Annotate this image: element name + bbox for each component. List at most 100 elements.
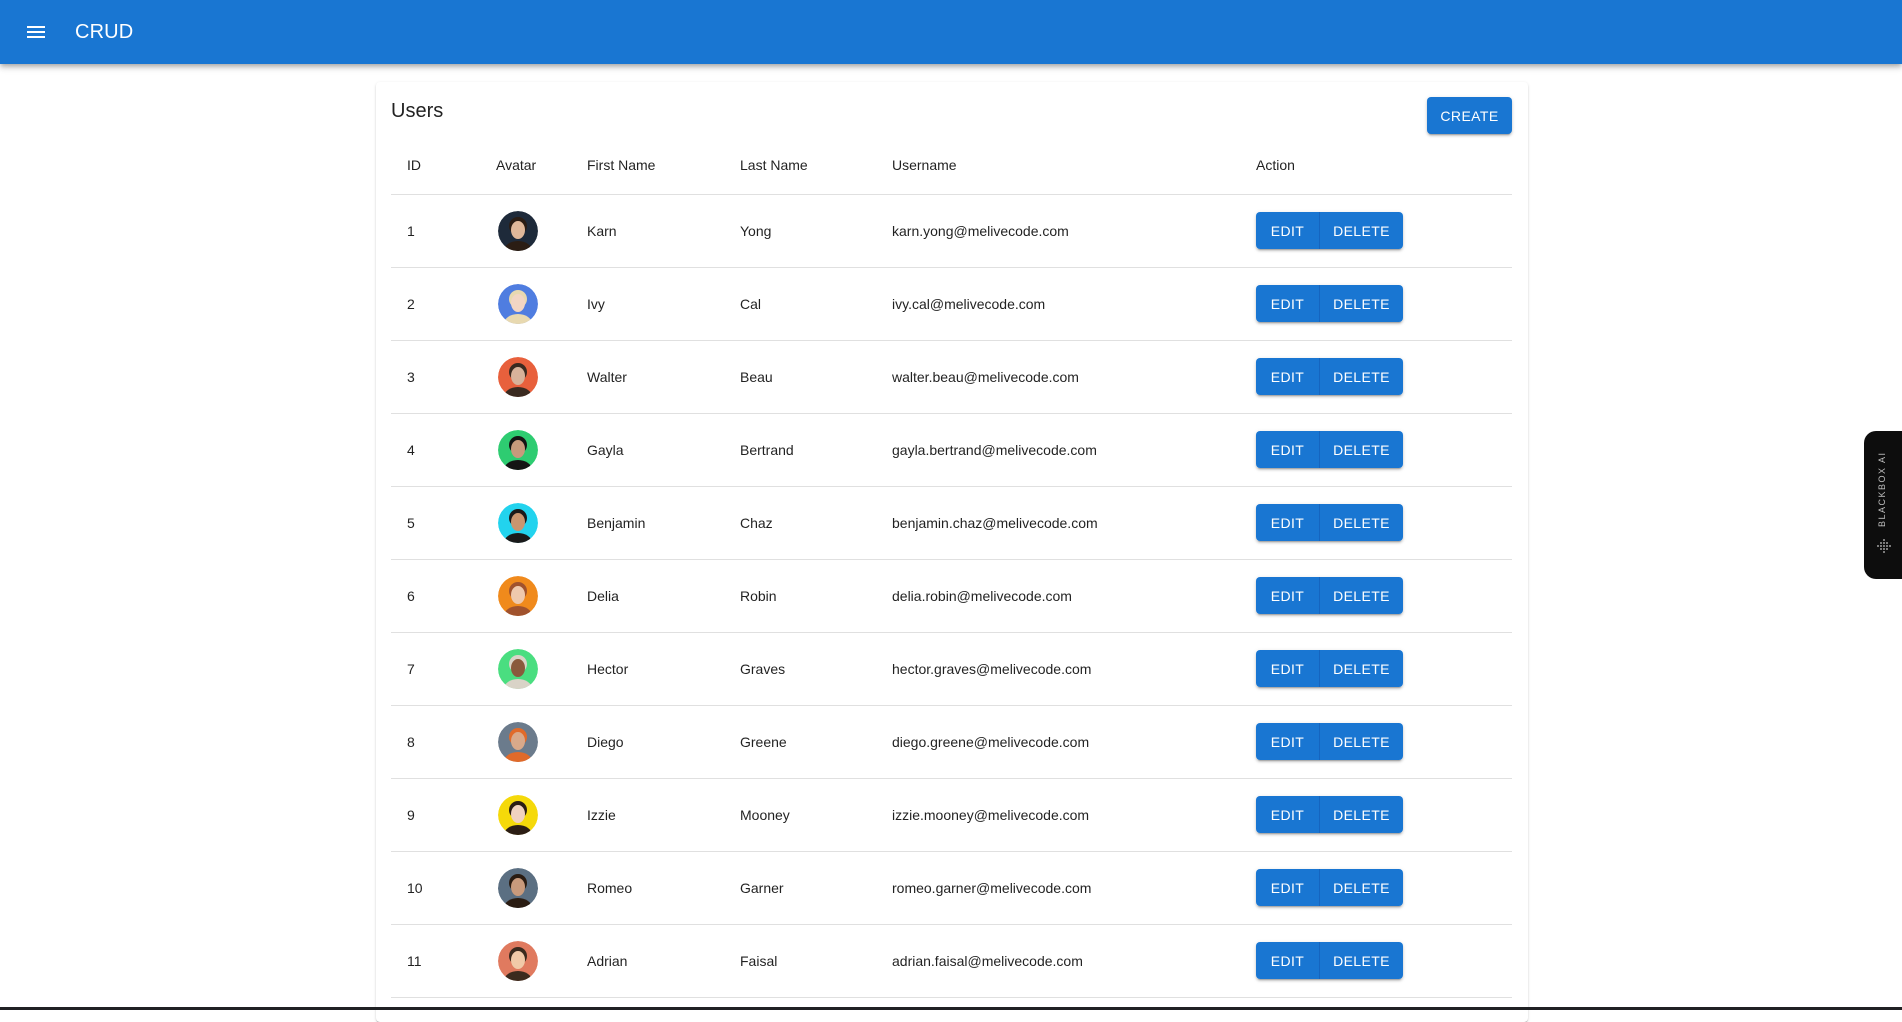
cell-username: gayla.bertrand@melivecode.com	[876, 413, 1240, 487]
delete-button[interactable]: DELETE	[1320, 942, 1403, 979]
avatar	[498, 794, 538, 835]
cell-last-name: Yong	[724, 194, 876, 268]
blackbox-ai-label: BLACKBOX AI	[1877, 451, 1887, 527]
row-action-button-group: EDIT DELETE	[1256, 577, 1403, 614]
row-action-button-group: EDIT DELETE	[1256, 285, 1403, 322]
row-action-button-group: EDIT DELETE	[1256, 650, 1403, 687]
menu-button[interactable]	[12, 8, 60, 56]
column-header-avatar: Avatar	[480, 137, 571, 195]
edit-button[interactable]: EDIT	[1256, 431, 1320, 468]
delete-button[interactable]: DELETE	[1320, 504, 1403, 541]
cell-username: benjamin.chaz@melivecode.com	[876, 486, 1240, 560]
cell-first-name: Hector	[571, 632, 724, 706]
avatar	[498, 940, 538, 981]
table-row: 10 Romeo Garner romeo.garner@melivecode.com…	[391, 851, 1512, 925]
row-action-button-group: EDIT DELETE	[1256, 504, 1403, 541]
blackbox-ai-widget[interactable]: BLACKBOX AI	[1864, 431, 1902, 579]
cell-action: EDIT DELETE	[1240, 267, 1512, 341]
cell-avatar	[480, 340, 571, 414]
cell-id: 5	[391, 486, 480, 560]
edit-button[interactable]: EDIT	[1256, 723, 1320, 760]
edit-button[interactable]: EDIT	[1256, 358, 1320, 395]
cell-last-name: Beau	[724, 340, 876, 414]
cell-id: 8	[391, 705, 480, 779]
row-action-button-group: EDIT DELETE	[1256, 212, 1403, 249]
cell-action: EDIT DELETE	[1240, 924, 1512, 998]
users-table: ID Avatar First Name Last Name Username …	[391, 137, 1512, 998]
cell-last-name: Greene	[724, 705, 876, 779]
cell-first-name: Delia	[571, 559, 724, 633]
cell-first-name: Romeo	[571, 851, 724, 925]
cell-id: 10	[391, 851, 480, 925]
cell-username: izzie.mooney@melivecode.com	[876, 778, 1240, 852]
page-title: Users	[391, 100, 444, 122]
delete-button[interactable]: DELETE	[1320, 796, 1403, 833]
cell-avatar	[480, 267, 571, 341]
cell-username: ivy.cal@melivecode.com	[876, 267, 1240, 341]
cell-username: romeo.garner@melivecode.com	[876, 851, 1240, 925]
cell-username: delia.robin@melivecode.com	[876, 559, 1240, 633]
delete-button[interactable]: DELETE	[1320, 723, 1403, 760]
cell-action: EDIT DELETE	[1240, 486, 1512, 560]
cell-avatar	[480, 851, 571, 925]
users-table-container: ID Avatar First Name Last Name Username …	[391, 137, 1512, 998]
delete-button[interactable]: DELETE	[1320, 212, 1403, 249]
edit-button[interactable]: EDIT	[1256, 504, 1320, 541]
edit-button[interactable]: EDIT	[1256, 212, 1320, 249]
cell-avatar	[480, 924, 571, 998]
cell-avatar	[480, 778, 571, 852]
cell-id: 1	[391, 194, 480, 268]
row-action-button-group: EDIT DELETE	[1256, 431, 1403, 468]
table-row: 11 Adrian Faisal adrian.faisal@melivecode.c…	[391, 924, 1512, 998]
cell-action: EDIT DELETE	[1240, 559, 1512, 633]
cell-last-name: Bertrand	[724, 413, 876, 487]
edit-button[interactable]: EDIT	[1256, 796, 1320, 833]
row-action-button-group: EDIT DELETE	[1256, 796, 1403, 833]
cell-id: 9	[391, 778, 480, 852]
table-row: 4 Gayla Bertrand gayla.bertrand@melivecode.…	[391, 413, 1512, 487]
column-header-last-name: Last Name	[724, 137, 876, 195]
menu-icon	[27, 26, 45, 38]
cell-last-name: Mooney	[724, 778, 876, 852]
avatar	[498, 502, 538, 543]
row-action-button-group: EDIT DELETE	[1256, 869, 1403, 906]
app-title: CRUD	[75, 20, 134, 43]
cell-avatar	[480, 413, 571, 487]
avatar	[498, 867, 538, 908]
cell-first-name: Gayla	[571, 413, 724, 487]
cell-first-name: Ivy	[571, 267, 724, 341]
avatar	[498, 356, 538, 397]
avatar	[498, 429, 538, 470]
cell-username: adrian.faisal@melivecode.com	[876, 924, 1240, 998]
cell-avatar	[480, 559, 571, 633]
edit-button[interactable]: EDIT	[1256, 650, 1320, 687]
edit-button[interactable]: EDIT	[1256, 285, 1320, 322]
delete-button[interactable]: DELETE	[1320, 650, 1403, 687]
edit-button[interactable]: EDIT	[1256, 869, 1320, 906]
avatar	[498, 648, 538, 689]
cell-action: EDIT DELETE	[1240, 194, 1512, 268]
delete-button[interactable]: DELETE	[1320, 285, 1403, 322]
cell-action: EDIT DELETE	[1240, 413, 1512, 487]
table-row: 5 Benjamin Chaz benjamin.chaz@melivecode.co…	[391, 486, 1512, 560]
table-row: 3 Walter Beau walter.beau@melivecode.com EDI…	[391, 340, 1512, 414]
cell-avatar	[480, 632, 571, 706]
column-header-id: ID	[391, 137, 480, 195]
delete-button[interactable]: DELETE	[1320, 869, 1403, 906]
create-button[interactable]: CREATE	[1427, 97, 1512, 134]
delete-button[interactable]: DELETE	[1320, 577, 1403, 614]
edit-button[interactable]: EDIT	[1256, 577, 1320, 614]
table-row: 8 Diego Greene diego.greene@melivecode.com E…	[391, 705, 1512, 779]
row-action-button-group: EDIT DELETE	[1256, 358, 1403, 395]
avatar	[498, 210, 538, 251]
cell-username: hector.graves@melivecode.com	[876, 632, 1240, 706]
edit-button[interactable]: EDIT	[1256, 942, 1320, 979]
table-row: 1 Karn Yong karn.yong@melivecode.com EDIT DEL…	[391, 194, 1512, 268]
row-action-button-group: EDIT DELETE	[1256, 723, 1403, 760]
delete-button[interactable]: DELETE	[1320, 358, 1403, 395]
cell-last-name: Robin	[724, 559, 876, 633]
table-row: 6 Delia Robin delia.robin@melivecode.com EDI…	[391, 559, 1512, 633]
delete-button[interactable]: DELETE	[1320, 431, 1403, 468]
cell-first-name: Adrian	[571, 924, 724, 998]
cell-username: karn.yong@melivecode.com	[876, 194, 1240, 268]
